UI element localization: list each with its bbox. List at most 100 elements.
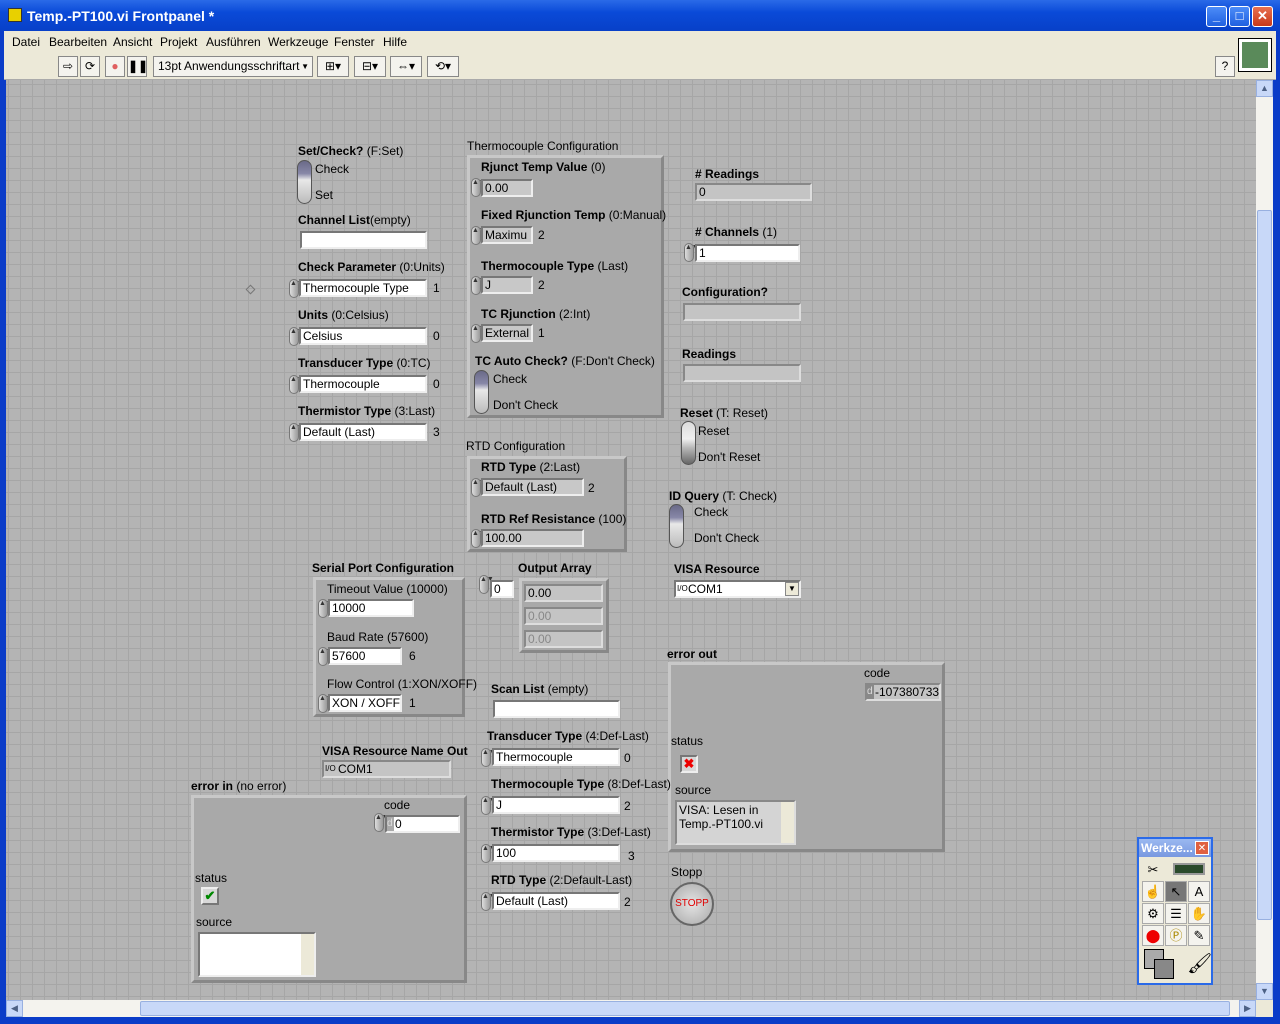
timeout-spinner[interactable]: ▲▼ xyxy=(318,599,333,618)
wiring-spool-icon[interactable]: ⚙ xyxy=(1142,903,1164,924)
tc-auto-check-toggle[interactable] xyxy=(474,370,489,414)
scrollbar[interactable] xyxy=(301,934,314,975)
visa-resource-select[interactable]: I/O COM1 ▼ xyxy=(674,580,801,598)
run-continuously-icon[interactable]: ⟳ xyxy=(80,56,100,77)
auto-tool-led-icon[interactable] xyxy=(1173,863,1205,875)
units-spinner[interactable]: ▲▼ xyxy=(289,327,304,346)
pause-icon[interactable]: ❚❚ xyxy=(127,56,148,77)
color-picker-icon[interactable]: ✎ xyxy=(1188,925,1210,946)
reorder-icon[interactable]: ⟲▾ xyxy=(427,56,459,77)
fixed-rjunction-spinner[interactable]: ▲▼ xyxy=(471,226,486,245)
transducer-type2-spinner[interactable]: ▲▼ xyxy=(481,748,496,767)
thermistor-type-ring[interactable]: Default (Last) xyxy=(299,423,427,441)
abort-icon[interactable]: ● xyxy=(105,56,125,77)
rtd-type2-label: RTD Type (2:Default-Last) xyxy=(491,873,633,887)
error-in-code-spinner[interactable]: ▲▼ xyxy=(374,813,389,832)
menu-datei[interactable]: Datei xyxy=(12,35,40,49)
thermistor-type-spinner[interactable]: ▲▼ xyxy=(289,423,304,442)
palette-close-icon[interactable]: ✕ xyxy=(1195,841,1209,855)
status-checkbox[interactable]: ✔ xyxy=(201,887,219,905)
resize-grip[interactable] xyxy=(1256,1000,1273,1017)
tc-type-ring[interactable]: J xyxy=(481,276,533,294)
tc-rjunction-ring[interactable]: External xyxy=(481,324,533,342)
flow-spinner[interactable]: ▲▼ xyxy=(318,694,333,713)
channels-input[interactable]: 1 xyxy=(695,244,800,262)
paintbrush-icon[interactable]: 🖌 xyxy=(1187,951,1212,976)
shortcut-menu-icon[interactable]: ☰ xyxy=(1165,903,1187,924)
thermistor-type2-ring[interactable]: 100 xyxy=(492,844,620,862)
scan-list-input[interactable] xyxy=(493,700,620,718)
help-button[interactable]: ? xyxy=(1215,56,1235,77)
probe-icon[interactable]: Ⓟ xyxy=(1165,925,1187,946)
auto-tool-icon[interactable]: ✂ xyxy=(1142,860,1164,881)
error-in-source-input[interactable] xyxy=(198,932,316,977)
array-index-spinner[interactable]: ▲▼ xyxy=(479,575,494,594)
rjunct-spinner[interactable]: ▲▼ xyxy=(471,178,486,197)
array-index-input[interactable]: 0 xyxy=(490,580,514,598)
timeout-input[interactable]: 10000 xyxy=(328,599,414,617)
menu-bearbeiten[interactable]: Bearbeiten xyxy=(49,35,107,49)
baud-spinner[interactable]: ▲▼ xyxy=(318,647,333,666)
scroll-down-icon[interactable]: ▼ xyxy=(1256,983,1273,1000)
scroll-up-icon[interactable]: ▲ xyxy=(1256,80,1273,97)
operate-hand-icon[interactable]: ☝ xyxy=(1142,881,1164,902)
menu-ausfuehren[interactable]: Ausführen xyxy=(206,35,261,49)
position-arrow-icon[interactable]: ↖ xyxy=(1165,881,1187,902)
scroll-right-icon[interactable]: ▶ xyxy=(1239,1000,1256,1017)
rtd-type2-ring[interactable]: Default (Last) xyxy=(492,892,620,910)
vi-icon[interactable] xyxy=(1238,38,1272,72)
set-check-toggle[interactable] xyxy=(297,160,312,204)
maximize-button[interactable]: □ xyxy=(1229,6,1250,27)
fixed-rjunction-ring[interactable]: Maximu xyxy=(481,226,533,244)
check-parameter-spinner[interactable]: ▲▼ xyxy=(289,279,304,298)
error-in-code-input[interactable]: d0 xyxy=(385,815,460,833)
scroll-hand-icon[interactable]: ✋ xyxy=(1188,903,1210,924)
menu-ansicht[interactable]: Ansicht xyxy=(113,35,152,49)
check-parameter-ring[interactable]: Thermocouple Type xyxy=(299,279,427,297)
channels-spinner[interactable]: ▲▼ xyxy=(684,243,699,262)
rtd-type-ring[interactable]: Default (Last) xyxy=(481,478,584,496)
flow-ring[interactable]: XON / XOFF xyxy=(328,694,402,712)
font-select[interactable]: 13pt Anwendungsschriftart ▼ xyxy=(153,56,313,77)
menu-fenster[interactable]: Fenster xyxy=(334,35,375,49)
thermistor-type2-spinner[interactable]: ▲▼ xyxy=(481,844,496,863)
menu-werkzeuge[interactable]: Werkzeuge xyxy=(268,35,328,49)
distribute-objects-icon[interactable]: ⊟▾ xyxy=(354,56,386,77)
tc-type2-spinner[interactable]: ▲▼ xyxy=(481,796,496,815)
units-ring[interactable]: Celsius xyxy=(299,327,427,345)
scroll-thumb[interactable] xyxy=(1257,210,1272,920)
transducer-type2-ring[interactable]: Thermocouple xyxy=(492,748,620,766)
toggle-on-text: Reset xyxy=(698,424,730,438)
scroll-left-icon[interactable]: ◀ xyxy=(6,1000,23,1017)
align-objects-icon[interactable]: ⊞▾ xyxy=(317,56,349,77)
breakpoint-icon[interactable]: ⬤ xyxy=(1142,925,1164,946)
chevron-down-icon[interactable]: ▼ xyxy=(785,582,799,596)
reset-toggle[interactable] xyxy=(681,421,696,465)
minimize-button[interactable]: _ xyxy=(1206,6,1227,27)
scroll-thumb[interactable] xyxy=(140,1001,1230,1016)
rtd-type2-spinner[interactable]: ▲▼ xyxy=(481,892,496,911)
vertical-scrollbar[interactable]: ▲ ▼ xyxy=(1256,80,1273,1000)
tc-rjunction-spinner[interactable]: ▲▼ xyxy=(471,324,486,343)
rjunct-input[interactable]: 0.00 xyxy=(481,179,533,197)
tc-type2-ring[interactable]: J xyxy=(492,796,620,814)
horizontal-scrollbar[interactable]: ◀ ▶ xyxy=(6,1000,1256,1017)
text-tool-icon[interactable]: A xyxy=(1188,881,1210,902)
baud-ring[interactable]: 57600 xyxy=(328,647,402,665)
rtd-ref-input[interactable]: 100.00 xyxy=(481,529,584,547)
id-query-toggle[interactable] xyxy=(669,504,684,548)
transducer-type-ring[interactable]: Thermocouple xyxy=(299,375,427,393)
run-arrow-icon[interactable]: ⇨ xyxy=(58,56,78,77)
resize-objects-icon[interactable]: ⇔▾ xyxy=(390,56,422,77)
close-button[interactable]: ✕ xyxy=(1252,6,1273,27)
scrollbar[interactable] xyxy=(781,802,794,843)
menu-projekt[interactable]: Projekt xyxy=(160,35,197,49)
transducer-type-spinner[interactable]: ▲▼ xyxy=(289,375,304,394)
rtd-type-spinner[interactable]: ▲▼ xyxy=(471,478,486,497)
tc-type-spinner[interactable]: ▲▼ xyxy=(471,276,486,295)
menu-hilfe[interactable]: Hilfe xyxy=(383,35,407,49)
stop-button[interactable]: STOPP xyxy=(670,882,714,926)
rtd-ref-spinner[interactable]: ▲▼ xyxy=(471,529,486,548)
background-color-icon[interactable] xyxy=(1154,959,1174,979)
channel-list-input[interactable] xyxy=(300,231,427,249)
